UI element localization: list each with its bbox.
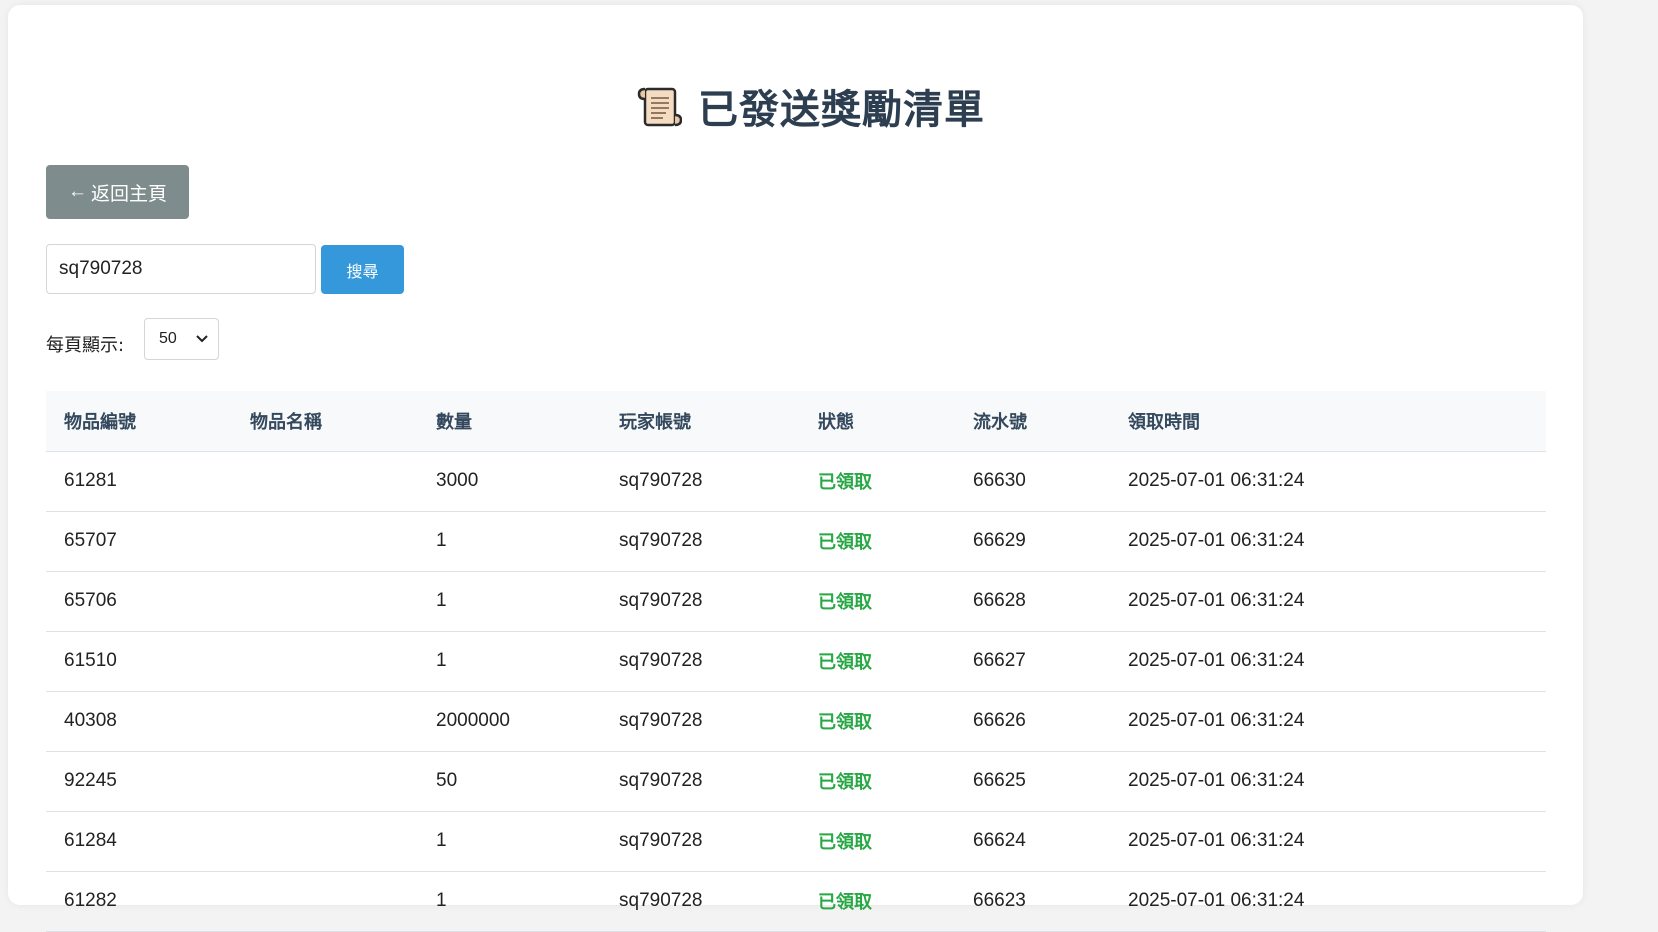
cell-quantity: 1 — [418, 811, 601, 872]
cell-item-name — [232, 691, 418, 752]
scroll-icon — [636, 83, 682, 129]
cell-status: 已領取 — [800, 511, 955, 572]
search-input[interactable] — [46, 244, 316, 294]
cell-serial: 66628 — [955, 571, 1110, 632]
cell-item-id: 65706 — [46, 571, 232, 632]
per-page-label: 每頁顯示: — [46, 335, 125, 356]
cell-account: sq790728 — [601, 511, 800, 572]
cell-item-id: 61510 — [46, 631, 232, 692]
cell-item-id: 92245 — [46, 751, 232, 812]
per-page-value: 50 — [159, 330, 177, 347]
cell-account: sq790728 — [601, 451, 800, 512]
cell-claim-time: 2025-07-01 06:31:24 — [1110, 451, 1546, 512]
cell-quantity: 1 — [418, 571, 601, 632]
cell-item-name — [232, 571, 418, 632]
cell-item-name — [232, 511, 418, 572]
back-button-label: 返回主頁 — [90, 183, 167, 205]
header-player-account: 玩家帳號 — [601, 391, 800, 452]
cell-item-name — [232, 451, 418, 512]
cell-account: sq790728 — [601, 751, 800, 812]
cell-item-id: 65707 — [46, 511, 232, 572]
chevron-down-icon — [196, 332, 208, 346]
table-row: 40308 2000000 sq790728 已領取 66626 2025-07… — [46, 691, 1546, 752]
cell-claim-time: 2025-07-01 06:31:24 — [1110, 571, 1546, 632]
rewards-table: 物品編號 物品名稱 數量 玩家帳號 狀態 流水號 領取時間 61281 3000… — [46, 391, 1546, 932]
cell-serial: 66626 — [955, 691, 1110, 752]
table-header-row: 物品編號 物品名稱 數量 玩家帳號 狀態 流水號 領取時間 — [46, 391, 1546, 452]
cell-claim-time: 2025-07-01 06:31:24 — [1110, 811, 1546, 872]
cell-item-id: 61281 — [46, 451, 232, 512]
header-item-id: 物品編號 — [46, 391, 232, 452]
cell-claim-time: 2025-07-01 06:31:24 — [1110, 511, 1546, 572]
cell-item-id: 61284 — [46, 811, 232, 872]
cell-account: sq790728 — [601, 631, 800, 692]
cell-status: 已領取 — [800, 451, 955, 512]
header-quantity: 數量 — [418, 391, 601, 452]
table-row: 61281 3000 sq790728 已領取 66630 2025-07-01… — [46, 451, 1546, 512]
cell-serial: 66630 — [955, 451, 1110, 512]
cell-account: sq790728 — [601, 571, 800, 632]
table-row: 65707 1 sq790728 已領取 66629 2025-07-01 06… — [46, 511, 1546, 572]
cell-status: 已領取 — [800, 571, 955, 632]
cell-quantity: 1 — [418, 871, 601, 932]
cell-account: sq790728 — [601, 871, 800, 932]
page-title: 已發送獎勵清單 — [698, 87, 985, 133]
cell-quantity: 3000 — [418, 451, 601, 512]
cell-quantity: 50 — [418, 751, 601, 812]
header-status: 狀態 — [800, 391, 955, 452]
table-row: 65706 1 sq790728 已領取 66628 2025-07-01 06… — [46, 571, 1546, 632]
cell-quantity: 2000000 — [418, 691, 601, 752]
table-row: 61510 1 sq790728 已領取 66627 2025-07-01 06… — [46, 631, 1546, 692]
cell-claim-time: 2025-07-01 06:31:24 — [1110, 751, 1546, 812]
left-arrow-icon: ← — [67, 181, 87, 202]
per-page-select[interactable]: 50 — [144, 318, 219, 360]
cell-status: 已領取 — [800, 751, 955, 812]
table-row: 92245 50 sq790728 已領取 66625 2025-07-01 0… — [46, 751, 1546, 812]
cell-quantity: 1 — [418, 511, 601, 572]
cell-claim-time: 2025-07-01 06:31:24 — [1110, 691, 1546, 752]
cell-claim-time: 2025-07-01 06:31:24 — [1110, 631, 1546, 692]
cell-item-id: 61282 — [46, 871, 232, 932]
cell-status: 已領取 — [800, 811, 955, 872]
cell-item-name — [232, 811, 418, 872]
search-button[interactable]: 搜尋 — [321, 245, 404, 294]
cell-status: 已領取 — [800, 691, 955, 752]
page-header: 已發送獎勵清單 — [8, 77, 1583, 135]
header-claim-time: 領取時間 — [1110, 391, 1546, 452]
table-row: 61282 1 sq790728 已領取 66623 2025-07-01 06… — [46, 871, 1546, 932]
cell-serial: 66623 — [955, 871, 1110, 932]
header-item-name: 物品名稱 — [232, 391, 418, 452]
cell-serial: 66625 — [955, 751, 1110, 812]
cell-item-name — [232, 871, 418, 932]
cell-account: sq790728 — [601, 811, 800, 872]
cell-item-name — [232, 751, 418, 812]
table-body: 61281 3000 sq790728 已領取 66630 2025-07-01… — [46, 451, 1546, 932]
table-row: 61284 1 sq790728 已領取 66624 2025-07-01 06… — [46, 811, 1546, 872]
cell-serial: 66629 — [955, 511, 1110, 572]
cell-item-id: 40308 — [46, 691, 232, 752]
back-to-home-button[interactable]: ← 返回主頁 — [46, 165, 189, 219]
header-serial: 流水號 — [955, 391, 1110, 452]
cell-serial: 66624 — [955, 811, 1110, 872]
cell-serial: 66627 — [955, 631, 1110, 692]
cell-claim-time: 2025-07-01 06:31:24 — [1110, 871, 1546, 932]
cell-item-name — [232, 631, 418, 692]
cell-account: sq790728 — [601, 691, 800, 752]
cell-quantity: 1 — [418, 631, 601, 692]
main-card: 已發送獎勵清單 ← 返回主頁 搜尋 每頁顯示: 50 物品編號 物品名稱 數量 … — [8, 5, 1583, 932]
cell-status: 已領取 — [800, 631, 955, 692]
cell-status: 已領取 — [800, 871, 955, 932]
